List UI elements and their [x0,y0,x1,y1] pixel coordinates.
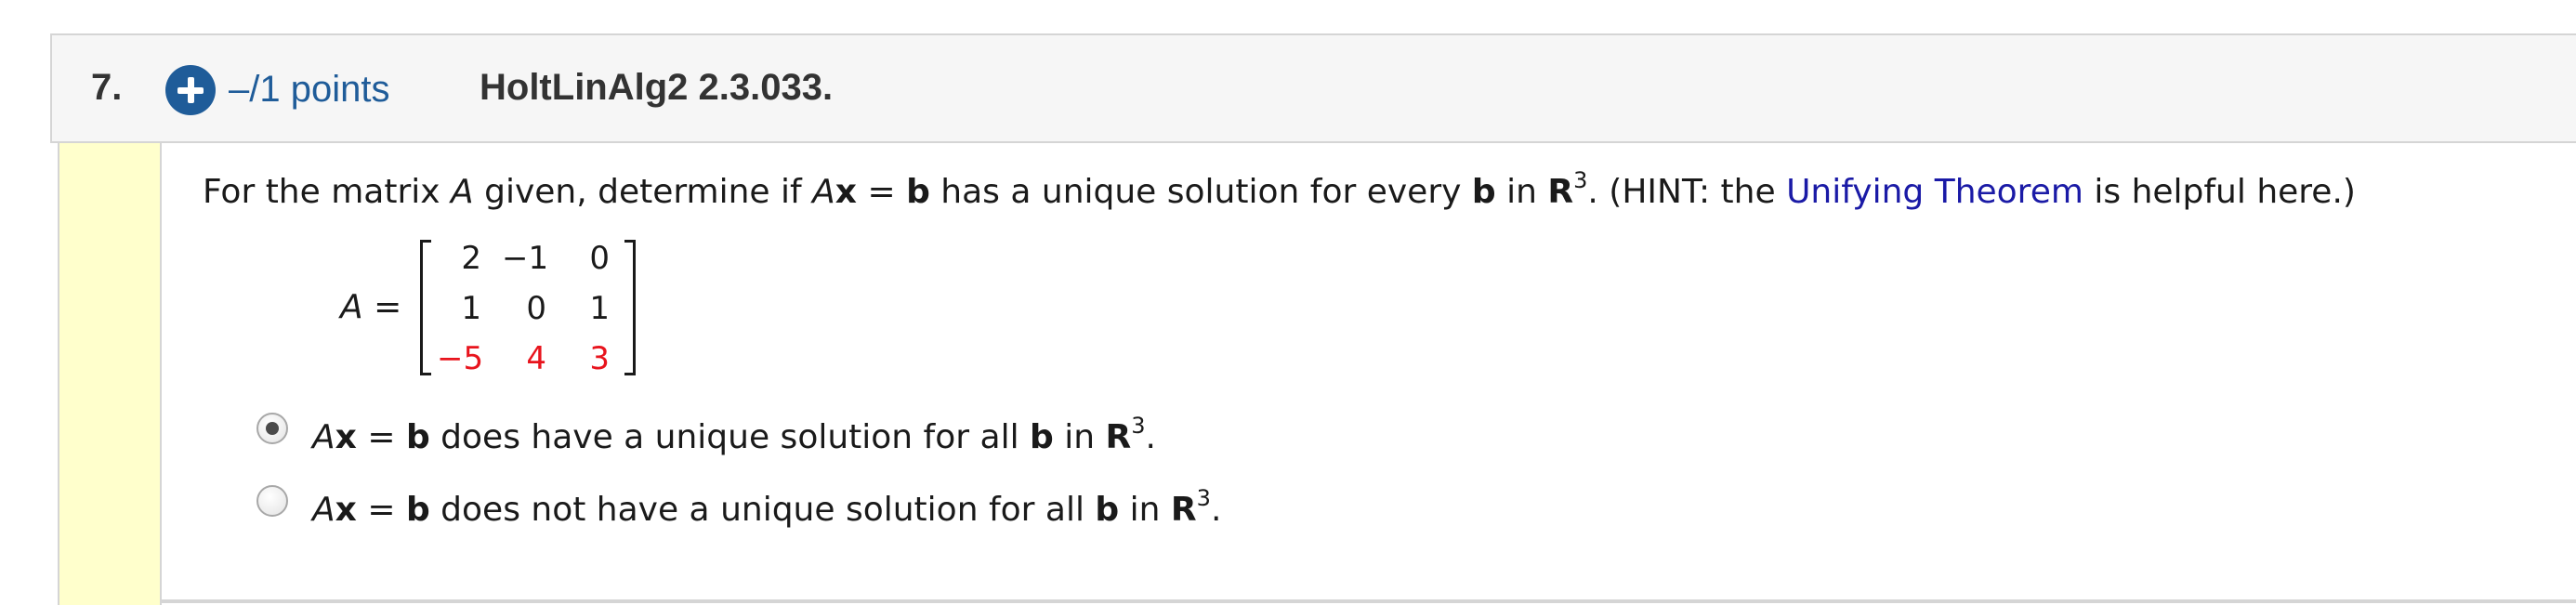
matrix-cell-r1c3: 0 [589,240,610,277]
question-id: HoltLinAlg2 2.3.033. [480,67,834,108]
divider [162,599,2576,603]
question-header: 7. –/1 points HoltLinAlg2 2.3.033. [50,33,2576,143]
matrix-right-bracket [624,240,636,375]
radio-unique-solution[interactable] [256,413,288,444]
question-body [58,143,2576,605]
unifying-theorem-link[interactable]: Unifying Theorem [1786,173,2083,211]
matrix-label: A = [340,288,402,326]
choice-no-unique-solution[interactable]: Ax = b does not have a unique solution f… [312,487,1221,529]
expand-plus-icon[interactable] [165,65,216,115]
matrix-cell-r2c2: 0 [526,290,546,327]
question-prompt: For the matrix A given, determine if Ax … [203,167,2356,211]
matrix-cell-r2c1: 1 [461,290,481,327]
answer-indicator-bar [58,143,162,605]
points-label: –/1 points [229,69,390,110]
matrix-cell-r2c3: 1 [589,290,610,327]
radio-no-unique-solution[interactable] [256,485,288,517]
choice-unique-solution[interactable]: Ax = b does have a unique solution for a… [312,414,1156,456]
matrix-cell-r1c1: 2 [461,240,481,277]
question-number: 7. [91,67,123,108]
matrix-cell-r3c2: 4 [526,340,546,377]
matrix-cell-r3c3: 3 [589,340,610,377]
matrix-variable: A [451,173,474,211]
matrix-cell-r3c1: −5 [437,340,484,377]
matrix-left-bracket [420,240,431,375]
matrix-cell-r1c2: −1 [502,240,549,277]
